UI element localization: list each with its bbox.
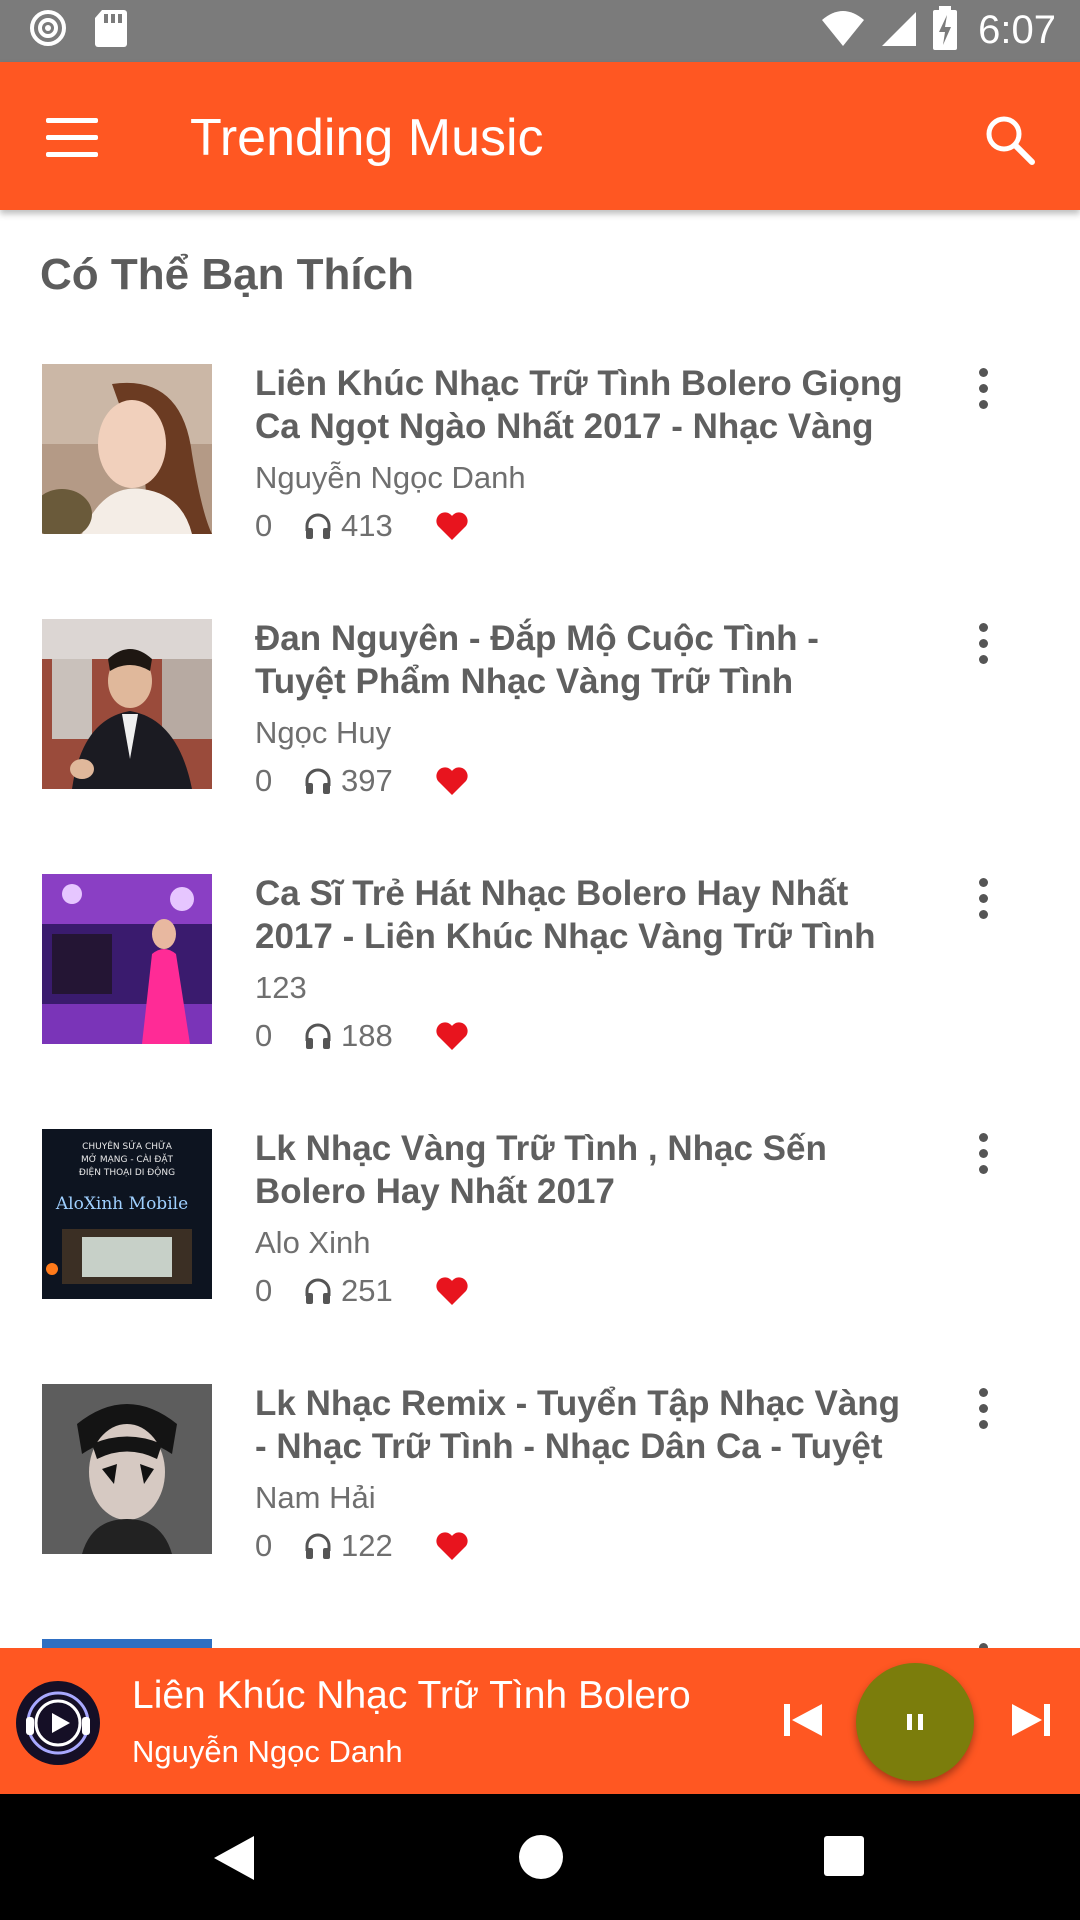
page-title: Trending Music xyxy=(190,109,544,167)
search-icon[interactable] xyxy=(982,112,1038,168)
battery-charging-icon xyxy=(932,6,958,55)
list-item[interactable] xyxy=(0,1633,1080,1648)
song-artist: Alo Xinh xyxy=(255,1225,371,1260)
list-item[interactable]: Lk Nhạc Remix - Tuyển Tập Nhạc Vàng - Nh… xyxy=(0,1378,1080,1633)
heart-icon[interactable] xyxy=(435,1021,469,1051)
section-title: Có Thể Bạn Thích xyxy=(40,250,414,299)
song-thumbnail[interactable]: CHUYÊN SỬA CHỮA MỞ MẠNG - CÀI ĐẶT ĐIỆN T… xyxy=(42,1129,212,1299)
headphones-icon xyxy=(305,1023,331,1049)
sd-card-icon xyxy=(94,8,128,53)
song-title[interactable]: Ca Sĩ Trẻ Hát Nhạc Bolero Hay Nhất 2017 … xyxy=(255,872,915,958)
song-thumbnail[interactable] xyxy=(42,1639,212,1648)
shop-sign-line: MỞ MẠNG - CÀI ĐẶT xyxy=(81,1153,174,1165)
shop-sign-name: AloXinh Mobile xyxy=(55,1194,188,1214)
headphones-icon xyxy=(305,1533,331,1559)
like-count: 0 xyxy=(255,508,273,543)
more-options-icon[interactable] xyxy=(968,1133,998,1177)
now-playing-bar[interactable]: Liên Khúc Nhạc Trữ Tình Bolero Nguyễn Ng… xyxy=(0,1648,1080,1794)
headphones-icon xyxy=(305,768,331,794)
wifi-icon xyxy=(820,8,866,53)
shop-sign-line: CHUYÊN SỬA CHỮA xyxy=(82,1140,173,1152)
play-count: 397 xyxy=(341,763,393,798)
song-thumbnail[interactable] xyxy=(42,874,212,1044)
shop-sign-line: ĐIỆN THOẠI DI ĐỘNG xyxy=(79,1166,175,1178)
headphones-icon xyxy=(305,513,331,539)
heart-icon[interactable] xyxy=(435,766,469,796)
home-icon[interactable] xyxy=(519,1835,563,1879)
now-playing-title: Liên Khúc Nhạc Trữ Tình Bolero xyxy=(132,1674,691,1717)
song-stats: 0 188 xyxy=(255,1018,469,1054)
pause-button[interactable] xyxy=(856,1663,974,1781)
song-stats: 0 413 xyxy=(255,508,469,544)
like-count: 0 xyxy=(255,1273,273,1308)
more-options-icon[interactable] xyxy=(968,368,998,412)
song-stats: 0 251 xyxy=(255,1273,469,1309)
status-time: 6:07 xyxy=(978,8,1056,52)
like-count: 0 xyxy=(255,1528,273,1563)
heart-icon[interactable] xyxy=(435,511,469,541)
recents-icon[interactable] xyxy=(824,1836,864,1876)
hamburger-icon[interactable] xyxy=(46,118,98,157)
play-count: 188 xyxy=(341,1018,393,1053)
list-item[interactable]: Liên Khúc Nhạc Trữ Tình Bolero Giọng Ca … xyxy=(0,358,1080,613)
song-thumbnail[interactable] xyxy=(42,1384,212,1554)
navigation-bar xyxy=(0,1794,1080,1920)
song-title[interactable]: Liên Khúc Nhạc Trữ Tình Bolero Giọng Ca … xyxy=(255,362,915,448)
song-thumbnail[interactable] xyxy=(42,364,212,534)
signal-icon xyxy=(880,8,918,53)
now-playing-artist: Nguyễn Ngọc Danh xyxy=(132,1734,403,1769)
status-bar: 6:07 xyxy=(0,0,1080,62)
song-artist: Ngọc Huy xyxy=(255,715,392,750)
list-item[interactable]: CHUYÊN SỬA CHỮA MỞ MẠNG - CÀI ĐẶT ĐIỆN T… xyxy=(0,1123,1080,1378)
song-list[interactable]: Liên Khúc Nhạc Trữ Tình Bolero Giọng Ca … xyxy=(0,358,1080,1648)
play-count: 413 xyxy=(341,508,393,543)
like-count: 0 xyxy=(255,763,273,798)
list-item[interactable]: Đan Nguyên - Đắp Mộ Cuộc Tình - Tuyệt Ph… xyxy=(0,613,1080,868)
more-options-icon[interactable] xyxy=(968,623,998,667)
song-title[interactable]: Đan Nguyên - Đắp Mộ Cuộc Tình - Tuyệt Ph… xyxy=(255,617,915,703)
podcast-icon xyxy=(28,8,68,53)
play-count: 251 xyxy=(341,1273,393,1308)
back-icon[interactable] xyxy=(212,1834,258,1882)
like-count: 0 xyxy=(255,1018,273,1053)
list-item[interactable]: Ca Sĩ Trẻ Hát Nhạc Bolero Hay Nhất 2017 … xyxy=(0,868,1080,1123)
more-options-icon[interactable] xyxy=(968,1388,998,1432)
app-bar: Trending Music xyxy=(0,62,1080,210)
album-art-icon[interactable] xyxy=(16,1681,100,1765)
song-artist: Nguyễn Ngọc Danh xyxy=(255,460,526,495)
song-thumbnail[interactable] xyxy=(42,619,212,789)
heart-icon[interactable] xyxy=(435,1531,469,1561)
skip-next-icon[interactable] xyxy=(1008,1700,1052,1740)
heart-icon[interactable] xyxy=(435,1276,469,1306)
song-title[interactable]: Lk Nhạc Remix - Tuyển Tập Nhạc Vàng - Nh… xyxy=(255,1382,915,1468)
more-options-icon[interactable] xyxy=(968,878,998,922)
skip-previous-icon[interactable] xyxy=(782,1700,826,1740)
song-artist: 123 xyxy=(255,970,307,1005)
play-count: 122 xyxy=(341,1528,393,1563)
song-stats: 0 397 xyxy=(255,763,469,799)
song-title[interactable]: Lk Nhạc Vàng Trữ Tình , Nhạc Sến Bolero … xyxy=(255,1127,915,1213)
pause-icon xyxy=(907,1714,923,1730)
headphones-icon xyxy=(305,1278,331,1304)
song-stats: 0 122 xyxy=(255,1528,469,1564)
song-artist: Nam Hải xyxy=(255,1480,376,1515)
